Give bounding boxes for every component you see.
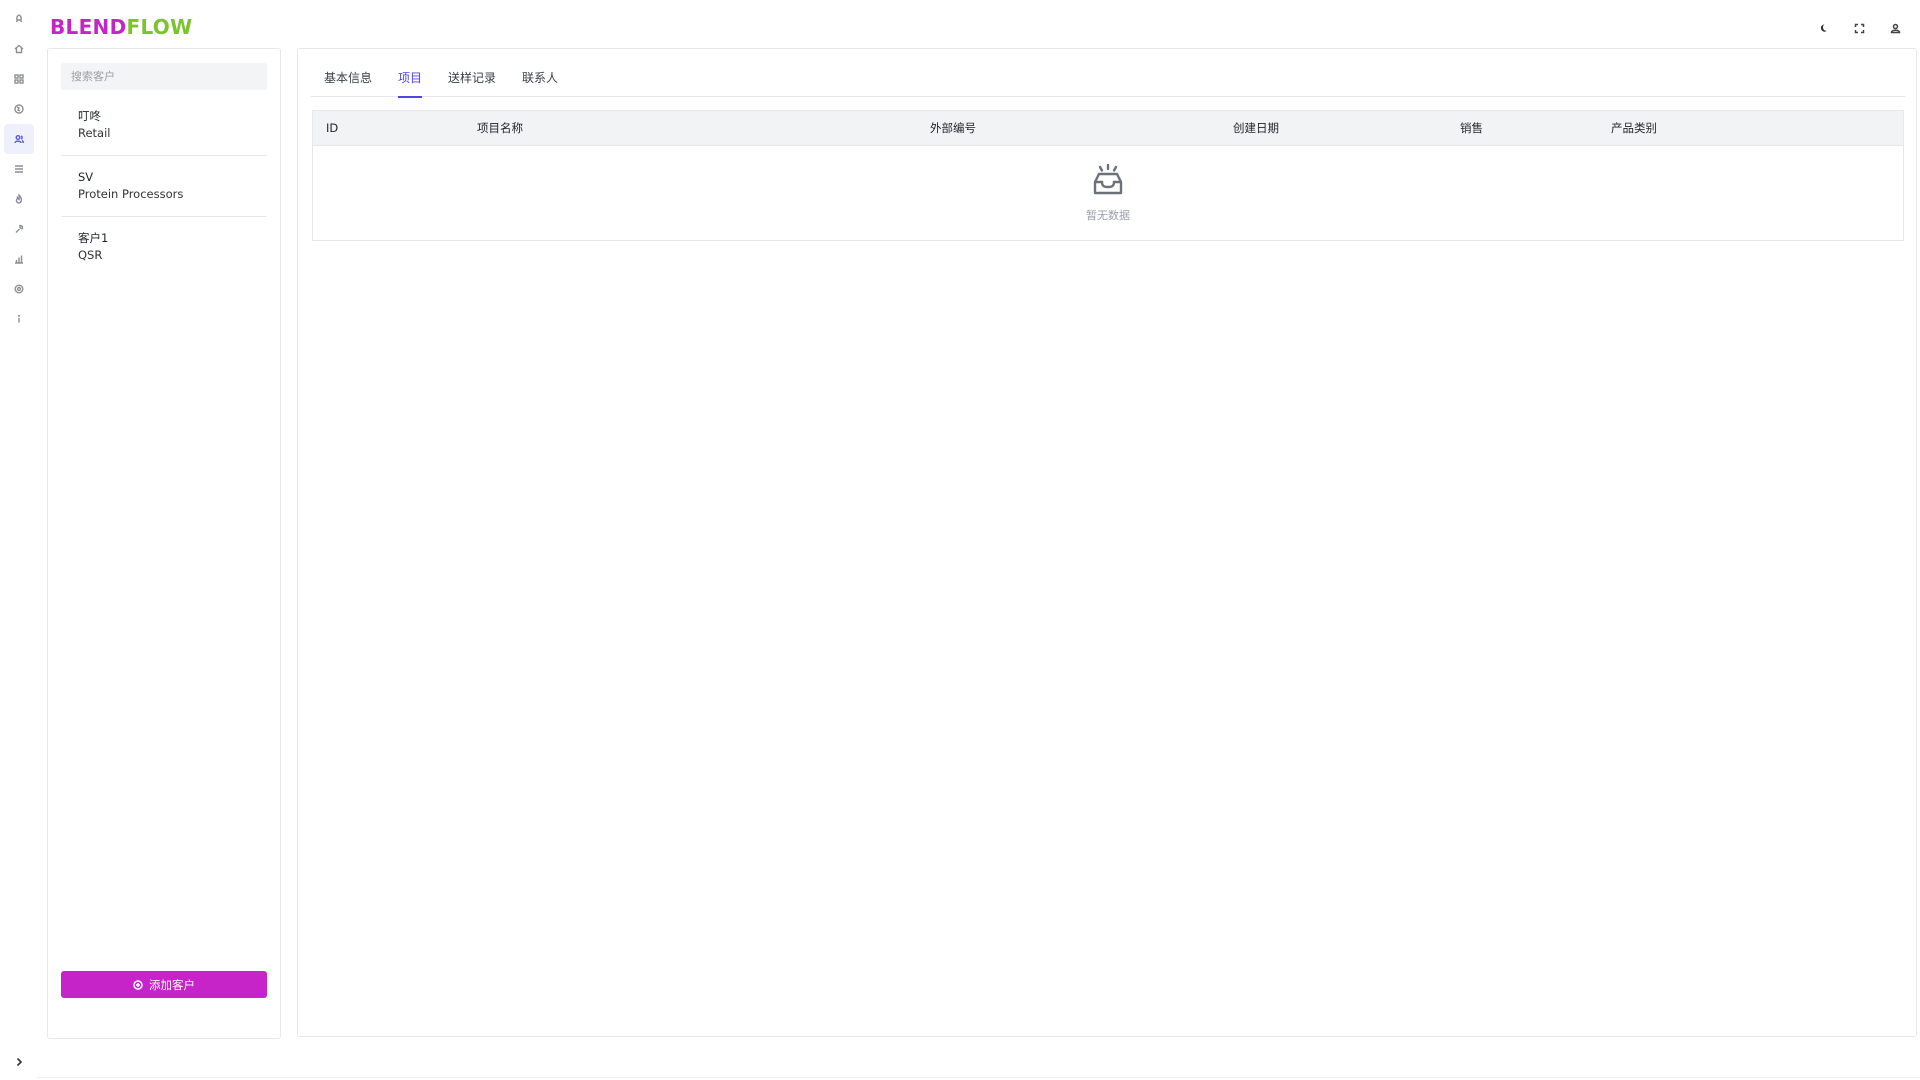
empty-inbox-icon [1093, 163, 1123, 195]
column-header-product-category[interactable]: 产品类别 [1611, 111, 1657, 146]
plus-circle-icon [133, 979, 143, 990]
app-root: BLENDFLOW 叮咚 Retail SV Protein Processor… [0, 0, 1920, 1080]
customer-list-item[interactable]: 客户1 QSR [61, 218, 267, 278]
empty-state-text: 暂无数据 [1086, 209, 1130, 222]
column-header-sales[interactable]: 销售 [1460, 111, 1483, 146]
customer-type: Retail [78, 126, 111, 140]
main-panel: 基本信息 项目 送样记录 联系人 ID 项目名称 外部编号 创建日期 销售 产品… [297, 48, 1917, 1037]
table-empty-state: 暂无数据 [313, 147, 1903, 241]
tab-contacts[interactable]: 联系人 [509, 63, 571, 97]
footer-divider [37, 1077, 1920, 1078]
nav-customers-icon[interactable] [4, 124, 34, 154]
nav-flame-icon[interactable] [4, 184, 34, 214]
nav-grid-icon[interactable] [4, 64, 34, 94]
tab-bar: 基本信息 项目 送样记录 联系人 [311, 63, 1905, 98]
projects-table: ID 项目名称 外部编号 创建日期 销售 产品类别 暂无数据 [312, 110, 1904, 241]
customer-name: 客户1 [78, 231, 109, 245]
user-icon[interactable] [1882, 15, 1908, 41]
nav-wrench-icon[interactable] [4, 214, 34, 244]
app-logo[interactable]: BLENDFLOW [50, 15, 192, 39]
customer-list-item[interactable]: 叮咚 Retail [61, 96, 267, 156]
tab-projects[interactable]: 项目 [385, 63, 435, 98]
logo-part-blend: BLEND [50, 15, 127, 39]
nav-globe-icon[interactable] [4, 94, 34, 124]
nav-bar-chart-icon[interactable] [4, 244, 34, 274]
customer-panel: 叮咚 Retail SV Protein Processors 客户1 QSR … [47, 48, 281, 1039]
nav-info-icon[interactable] [4, 304, 34, 334]
tab-sample-records[interactable]: 送样记录 [435, 63, 509, 97]
customer-list-item[interactable]: SV Protein Processors [61, 157, 267, 217]
rail-expand-chevron-right-icon[interactable] [10, 1053, 28, 1071]
column-header-external-id[interactable]: 外部编号 [930, 111, 976, 146]
logo-part-flow: FLOW [126, 15, 193, 39]
nav-list-icon[interactable] [4, 154, 34, 184]
customer-type: Protein Processors [78, 187, 184, 201]
fullscreen-icon[interactable] [1846, 15, 1872, 41]
customer-type: QSR [78, 248, 103, 262]
customer-name: SV [78, 170, 94, 184]
customer-search-input[interactable] [61, 63, 267, 90]
column-header-created-date[interactable]: 创建日期 [1233, 111, 1279, 146]
table-header: ID 项目名称 外部编号 创建日期 销售 产品类别 [313, 111, 1903, 146]
nav-rocket-icon[interactable] [4, 4, 34, 34]
add-customer-label: 添加客户 [149, 977, 195, 992]
add-customer-button[interactable]: 添加客户 [61, 971, 267, 998]
nav-home-icon[interactable] [4, 34, 34, 64]
column-header-project-name[interactable]: 项目名称 [477, 111, 523, 146]
nav-rail [0, 0, 37, 1080]
nav-settings-icon[interactable] [4, 274, 34, 304]
theme-toggle-moon-icon[interactable] [1809, 15, 1835, 41]
customer-name: 叮咚 [78, 109, 101, 123]
tab-basic-info[interactable]: 基本信息 [311, 63, 385, 97]
column-header-id[interactable]: ID [326, 111, 338, 146]
